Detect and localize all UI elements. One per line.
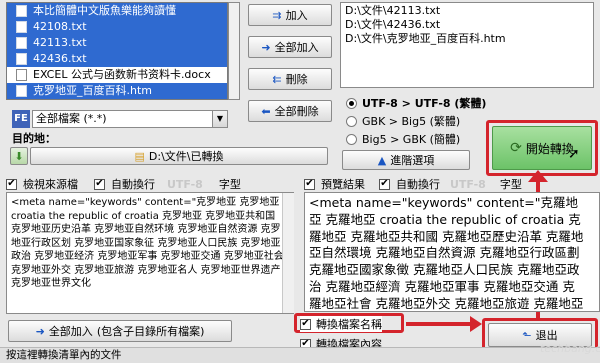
encoding-label: UTF-8 xyxy=(167,177,203,191)
left-pane-scrollbar[interactable] xyxy=(282,193,294,313)
list-item[interactable]: D:\文件\42436.txt xyxy=(345,18,589,32)
encoding-label: UTF-8 xyxy=(450,177,486,191)
radio-button[interactable] xyxy=(346,115,357,127)
radio-button[interactable] xyxy=(346,133,357,145)
html-file-icon xyxy=(16,85,27,97)
arrow-right-icon: ➜ xyxy=(35,324,45,338)
refresh-icon: ⟳ xyxy=(510,140,522,156)
result-preview-textarea[interactable]: <meta name="keywords" content="克羅地亞 克羅地亞… xyxy=(304,192,600,312)
status-text: 按這裡轉換清單內的文件 xyxy=(6,349,122,361)
file-list-item[interactable]: 42436.txt xyxy=(7,51,227,67)
mouse-cursor-icon: ➚ xyxy=(568,146,580,162)
folder-icon: ▤ xyxy=(134,149,145,163)
filter-tag: FE xyxy=(12,110,30,128)
radio-button[interactable] xyxy=(346,97,357,109)
remove-all-button[interactable]: ⬅ 全部刪除 xyxy=(248,100,332,122)
file-icon xyxy=(16,37,27,49)
arrow-down-icon: ⬇ xyxy=(14,149,24,163)
check-source-checkbox[interactable]: ✔ xyxy=(6,178,17,190)
right-pane-toolbar: ✔ 預覽結果 ✔ 自動換行 UTF-8 字型 xyxy=(304,176,522,192)
exit-arrow-icon: ⬑ xyxy=(522,328,532,342)
encoding-option[interactable]: GBK > Big5 (繁體) xyxy=(346,112,486,130)
file-list-item[interactable]: 42113.txt xyxy=(7,35,227,51)
remove-button[interactable]: ⇇ 刪除 xyxy=(248,68,332,90)
encoding-option[interactable]: Big5 > GBK (簡體) xyxy=(346,130,486,148)
advanced-options-button[interactable]: ▲ 進階選項 xyxy=(342,150,470,170)
add-file-icon: ⇉ xyxy=(272,8,282,22)
list-item[interactable]: D:\文件\克罗地亚_百度百科.htm xyxy=(345,32,589,46)
word-file-icon xyxy=(16,69,27,81)
convert-filename-option[interactable]: ✔ 轉換檔案名稱 xyxy=(300,316,382,332)
remove-file-icon: ⇇ xyxy=(272,72,282,86)
watermark: techbang.com xyxy=(540,342,600,355)
arrow-right-icon: ➜ xyxy=(261,40,271,54)
font-button[interactable]: 字型 xyxy=(500,176,522,192)
target-label: 目的地： xyxy=(12,132,56,145)
down-arrow-button[interactable]: ⬇ xyxy=(10,147,28,165)
auto-wrap-checkbox[interactable]: ✔ xyxy=(94,178,105,190)
encoding-options: UTF-8 > UTF-8 (繁體) GBK > Big5 (繁體) Big5 … xyxy=(346,94,486,148)
file-type-filter-select[interactable]: 全部檔案 (*.*) ▼ xyxy=(32,110,228,128)
file-list-item[interactable]: 克罗地亚_百度百科.htm xyxy=(7,83,227,99)
source-file-list[interactable]: 本比簡體中文版魚樂能夠讀懂 42108.txt 42113.txt 42436.… xyxy=(6,2,228,100)
add-all-recursive-button[interactable]: ➜ 全部加入 (包含子目錄所有檔案) xyxy=(8,320,232,342)
file-icon xyxy=(16,5,27,17)
red-arrow-line xyxy=(406,322,472,326)
target-folder-button[interactable]: ▤ D:\文件\已轉換 xyxy=(30,147,328,165)
file-icon xyxy=(16,21,27,33)
auto-wrap-checkbox[interactable]: ✔ xyxy=(379,178,390,190)
file-list-item[interactable]: EXCEL 公式与函数新书资料卡.docx xyxy=(7,67,227,83)
output-file-list[interactable]: D:\文件\42113.txt D:\文件\42436.txt D:\文件\克罗… xyxy=(340,2,594,88)
status-bar: 按這裡轉換清單內的文件 xyxy=(0,347,600,363)
file-icon xyxy=(16,53,27,65)
file-list-scrollbar[interactable] xyxy=(228,2,240,100)
arrow-up-icon: ▲ xyxy=(377,153,387,167)
file-list-item[interactable]: 42108.txt xyxy=(7,19,227,35)
list-item[interactable]: D:\文件\42113.txt xyxy=(345,4,589,18)
preview-checkbox[interactable]: ✔ xyxy=(304,178,315,190)
source-preview-textarea[interactable]: <meta name="keywords" content="克罗地亚 克罗地亚… xyxy=(6,192,294,314)
red-arrow-head-icon xyxy=(470,316,482,332)
chevron-down-icon[interactable]: ▼ xyxy=(212,111,227,127)
convert-filename-checkbox[interactable]: ✔ xyxy=(300,318,311,330)
font-button[interactable]: 字型 xyxy=(219,176,241,192)
file-list-item[interactable]: 本比簡體中文版魚樂能夠讀懂 xyxy=(7,3,227,19)
add-button[interactable]: ⇉ 加入 xyxy=(248,4,332,26)
add-all-button[interactable]: ➜ 全部加入 xyxy=(248,36,332,58)
left-pane-toolbar: ✔ 檢視來源檔 ✔ 自動換行 UTF-8 字型 xyxy=(6,176,241,192)
encoding-option[interactable]: UTF-8 > UTF-8 (繁體) xyxy=(346,94,486,112)
arrow-left-icon: ⬅ xyxy=(261,104,271,118)
